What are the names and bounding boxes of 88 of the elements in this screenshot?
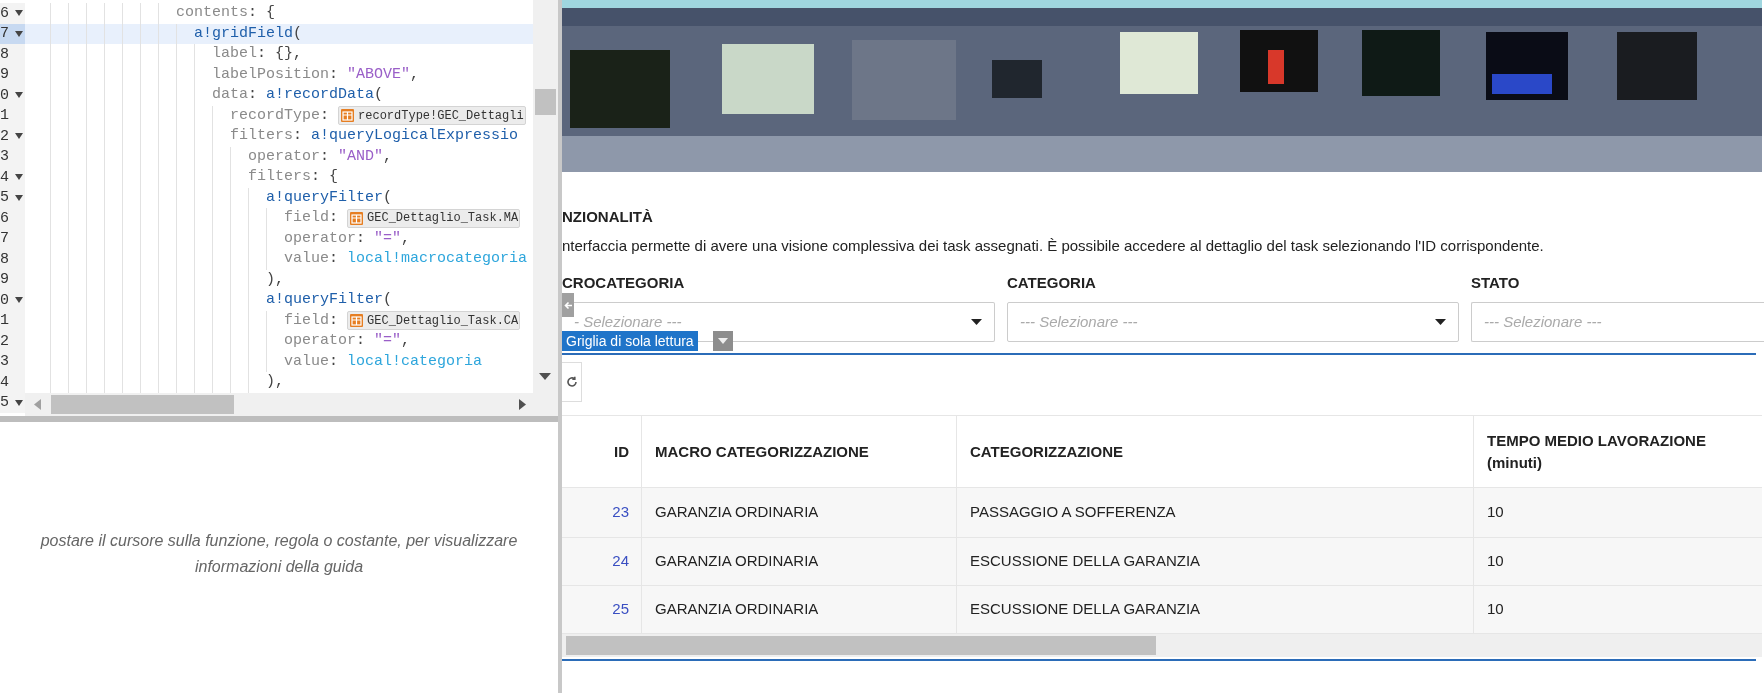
line-number: 8	[0, 46, 10, 62]
table-cell-text: 10	[1487, 551, 1504, 572]
code-punctuation: : {	[311, 167, 339, 187]
code-function: a!queryLogicalExpressio	[311, 126, 519, 146]
code-punctuation: :	[329, 249, 340, 269]
line-number: 5	[0, 395, 10, 411]
code-variable: local!categoria	[347, 351, 483, 372]
code-punctuation: ),	[266, 269, 284, 290]
code-key: recordType	[230, 104, 320, 127]
line-number: 0	[0, 292, 10, 308]
code-key: field	[284, 207, 329, 230]
field-label: CATEGORIA	[1007, 273, 1097, 293]
table-cell-text: GARANZIA ORDINARIA	[655, 502, 819, 523]
table-cell-text: ESCUSSIONE DELLA GARANZIA	[970, 599, 1201, 620]
code-punctuation: :	[329, 64, 340, 85]
code-string: "="	[374, 228, 402, 249]
code-function: a!recordData	[266, 85, 375, 105]
line-number: 3	[0, 149, 10, 165]
code-punctuation: (	[383, 187, 393, 208]
code-punctuation: :	[248, 85, 259, 105]
field-label: STATO	[1471, 273, 1521, 293]
code-punctuation: :	[293, 126, 304, 146]
code-function: a!gridField	[194, 23, 294, 44]
column-header: ID	[614, 441, 629, 462]
table-cell-text: ESCUSSIONE DELLA GARANZIA	[970, 551, 1201, 572]
line-number: 5	[0, 190, 10, 206]
code-function: a!queryFilter	[266, 290, 384, 310]
code-key: operator	[248, 145, 320, 168]
code-key: operator	[284, 330, 356, 353]
code-punctuation: :	[329, 208, 340, 228]
table-cell-text: GARANZIA ORDINARIA	[655, 551, 819, 572]
table-cell-text: 10	[1487, 599, 1504, 620]
code-punctuation: :	[356, 331, 367, 351]
line-number: 6	[0, 210, 10, 226]
code-key: contents	[176, 2, 248, 25]
line-number: 9	[0, 272, 10, 288]
code-string: "ABOVE"	[347, 64, 411, 85]
code-string: "AND"	[338, 146, 384, 167]
line-number: 1	[0, 313, 10, 329]
field-label: CROCATEGORIA	[562, 273, 686, 293]
section-heading: NZIONALITÀ	[562, 207, 654, 227]
code-punctuation: (	[383, 290, 393, 310]
code-key: field	[284, 309, 329, 332]
line-number: 0	[0, 87, 10, 103]
code-punctuation: :	[329, 310, 340, 331]
code-punctuation: ,	[383, 146, 393, 167]
code-key: value	[284, 350, 329, 373]
code-punctuation: ,	[410, 64, 420, 85]
code-punctuation: :	[320, 146, 331, 167]
column-header: CATEGORIZZAZIONE	[970, 441, 1124, 462]
column-header: TEMPO MEDIO LAVORAZIONE (minuti)	[1487, 430, 1707, 473]
code-key: filters	[248, 166, 311, 189]
column-header: MACRO CATEGORIZZAZIONE	[655, 441, 869, 462]
code-variable: local!macrocategoria	[347, 249, 528, 269]
code-punctuation: : {},	[257, 44, 303, 64]
code-punctuation: :	[356, 228, 367, 249]
line-number: 2	[0, 333, 10, 349]
code-key: filters	[230, 125, 293, 148]
code-key: data	[212, 84, 248, 107]
help-text: postare il cursore sulla funzione, regola o costante, per visualizzare informazioni della guida	[39, 530, 519, 577]
code-string: "="	[374, 331, 402, 351]
line-number: 6	[0, 5, 10, 21]
code-punctuation: (	[293, 23, 303, 44]
code-punctuation: ,	[401, 228, 411, 249]
line-number: 1	[0, 108, 10, 124]
code-key: value	[284, 248, 329, 271]
line-number: 9	[0, 67, 10, 83]
line-number: 4	[0, 169, 10, 185]
table-cell-text: GARANZIA ORDINARIA	[655, 599, 819, 620]
code-punctuation: (	[374, 85, 384, 105]
code-punctuation: : {	[248, 3, 276, 23]
line-number: 3	[0, 354, 10, 370]
code-punctuation: :	[320, 105, 331, 126]
code-punctuation: ),	[266, 372, 284, 392]
code-key: operator	[284, 227, 356, 250]
code-function: a!queryFilter	[266, 187, 384, 208]
description-text: nterfaccia permette di avere una visione complessiva dei task assegnati. È possibile accedere al dettaglio del task selezionando l'ID corrispondente.	[562, 236, 1545, 256]
line-number: 7	[0, 231, 10, 247]
table-cell-text: PASSAGGIO A SOFFERENZA	[970, 502, 1176, 523]
table-cell-text: 10	[1487, 502, 1504, 523]
line-number: 8	[0, 251, 10, 267]
code-key: label	[212, 43, 257, 66]
line-number: 7	[0, 26, 10, 42]
line-number: 2	[0, 128, 10, 144]
code-punctuation: :	[329, 351, 340, 372]
code-key: labelPosition	[212, 63, 330, 86]
code-punctuation: ,	[401, 331, 411, 351]
line-number: 4	[0, 374, 10, 390]
